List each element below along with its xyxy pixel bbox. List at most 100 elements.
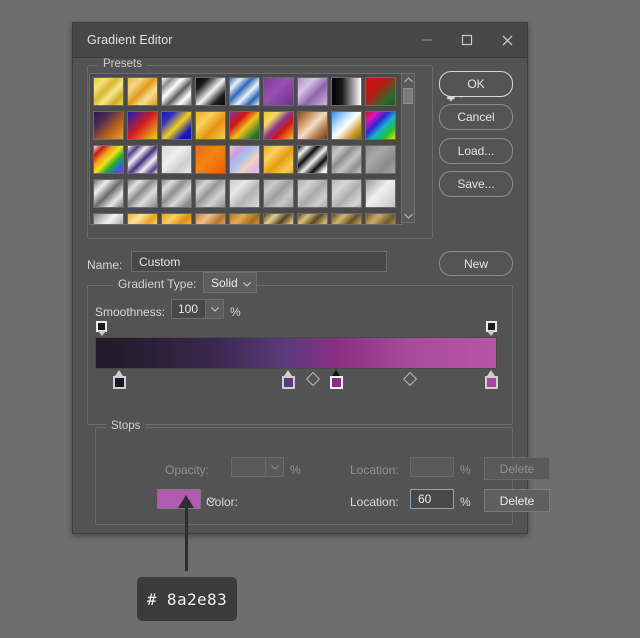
callout-arrow-shaft [185, 503, 188, 571]
ok-button[interactable]: OK [439, 71, 513, 97]
scrollbar-thumb[interactable] [403, 88, 413, 104]
maximize-icon[interactable] [447, 23, 487, 57]
color-stop-marker[interactable] [330, 370, 344, 391]
new-button[interactable]: New [439, 251, 513, 276]
preset-swatch[interactable] [195, 179, 226, 208]
preset-swatch[interactable] [161, 179, 192, 208]
presets-grid [90, 74, 402, 224]
chevron-down-icon[interactable] [402, 210, 414, 222]
gradient-type-label: Gradient Type: [113, 277, 202, 291]
preset-swatch[interactable] [161, 111, 192, 140]
preset-swatch[interactable] [297, 111, 328, 140]
save-button[interactable]: Save... [439, 171, 513, 197]
smoothness-dropdown-icon[interactable] [205, 299, 224, 319]
title-bar[interactable]: Gradient Editor [73, 23, 527, 58]
preset-swatch[interactable] [331, 111, 362, 140]
hex-code-callout: # 8a2e83 [137, 577, 237, 621]
window-controls [407, 23, 527, 57]
preset-swatch[interactable] [93, 111, 124, 140]
preset-swatch[interactable] [127, 179, 158, 208]
close-icon[interactable] [487, 23, 527, 57]
color-location-percent: % [460, 495, 471, 509]
chevron-down-icon[interactable] [207, 493, 216, 507]
preset-swatch[interactable] [365, 111, 396, 140]
minimize-icon[interactable] [407, 23, 447, 57]
preset-swatch[interactable] [229, 179, 260, 208]
preset-swatch[interactable] [365, 179, 396, 208]
gradient-type-value: Solid [211, 275, 238, 290]
color-stop-marker[interactable] [113, 370, 127, 391]
preset-swatch[interactable] [297, 145, 328, 174]
preset-swatch[interactable] [365, 145, 396, 174]
preset-swatch[interactable] [297, 77, 328, 106]
preset-swatch[interactable] [195, 111, 226, 140]
opacity-label: Opacity: [165, 463, 210, 477]
preset-swatch[interactable] [263, 77, 294, 106]
preset-swatch[interactable] [127, 145, 158, 174]
color-stop-marker[interactable] [484, 370, 498, 391]
color-stop-square [484, 376, 498, 389]
chevron-down-icon [243, 276, 251, 290]
preset-swatch[interactable] [93, 179, 124, 208]
preset-swatch[interactable] [365, 213, 396, 224]
preset-swatch[interactable] [127, 77, 158, 106]
preset-swatch[interactable] [93, 213, 124, 224]
preset-swatch[interactable] [331, 213, 362, 224]
color-stop-marker[interactable] [281, 370, 295, 391]
preset-swatch[interactable] [195, 145, 226, 174]
preset-swatch[interactable] [127, 111, 158, 140]
load-button[interactable]: Load... [439, 138, 513, 164]
opacity-percent: % [290, 463, 301, 477]
preset-swatch[interactable] [297, 179, 328, 208]
preset-swatch[interactable] [297, 213, 328, 224]
presets-scrollbar[interactable] [401, 73, 415, 223]
window-title: Gradient Editor [87, 33, 173, 47]
opacity-location-label: Location: [350, 463, 399, 477]
opacity-dropdown-icon [265, 457, 284, 477]
preset-swatch[interactable] [331, 77, 362, 106]
preset-swatch[interactable] [263, 111, 294, 140]
stops-label: Stops [106, 420, 146, 432]
preset-swatch[interactable] [161, 213, 192, 224]
opacity-stop-pointer [487, 331, 496, 336]
preset-swatch[interactable] [263, 179, 294, 208]
arrow-up-icon [178, 495, 194, 508]
smoothness-input[interactable]: 100 [171, 299, 205, 319]
opacity-stop-marker[interactable] [485, 321, 497, 336]
preset-swatch[interactable] [161, 77, 192, 106]
preset-swatch[interactable] [263, 145, 294, 174]
chevron-up-icon[interactable] [402, 74, 414, 86]
preset-swatch[interactable] [229, 145, 260, 174]
preset-swatch[interactable] [331, 145, 362, 174]
preset-swatch[interactable] [229, 77, 260, 106]
preset-swatch[interactable] [161, 145, 192, 174]
presets-label: Presets [98, 58, 147, 70]
preset-swatch[interactable] [127, 213, 158, 224]
opacity-location-percent: % [460, 463, 471, 477]
presets-list[interactable] [89, 73, 403, 225]
opacity-input [231, 457, 265, 477]
preset-swatch[interactable] [195, 213, 226, 224]
color-stop-square [330, 376, 344, 389]
opacity-stop-pointer [97, 331, 106, 336]
preset-swatch[interactable] [93, 145, 124, 174]
preset-swatch[interactable] [93, 77, 124, 106]
color-stop-square [281, 376, 295, 389]
name-input[interactable]: Custom [131, 251, 387, 272]
preset-swatch[interactable] [331, 179, 362, 208]
preset-swatch[interactable] [229, 111, 260, 140]
preset-swatch[interactable] [229, 213, 260, 224]
opacity-delete-button: Delete [484, 457, 550, 480]
gradient-type-select[interactable]: Solid [203, 272, 257, 293]
preset-swatch[interactable] [263, 213, 294, 224]
preset-swatch[interactable] [195, 77, 226, 106]
preset-swatch[interactable] [365, 77, 396, 106]
name-label: Name: [87, 258, 123, 272]
opacity-stop-marker[interactable] [96, 321, 108, 336]
gradient-preview-bar[interactable] [95, 337, 497, 369]
color-location-input[interactable]: 60 [410, 489, 454, 509]
color-stop-square [113, 376, 127, 389]
gradient-editor-dialog: Gradient Editor Presets OK Cancel Load..… [72, 22, 550, 534]
color-delete-button[interactable]: Delete [484, 489, 550, 512]
cancel-button[interactable]: Cancel [439, 104, 513, 130]
